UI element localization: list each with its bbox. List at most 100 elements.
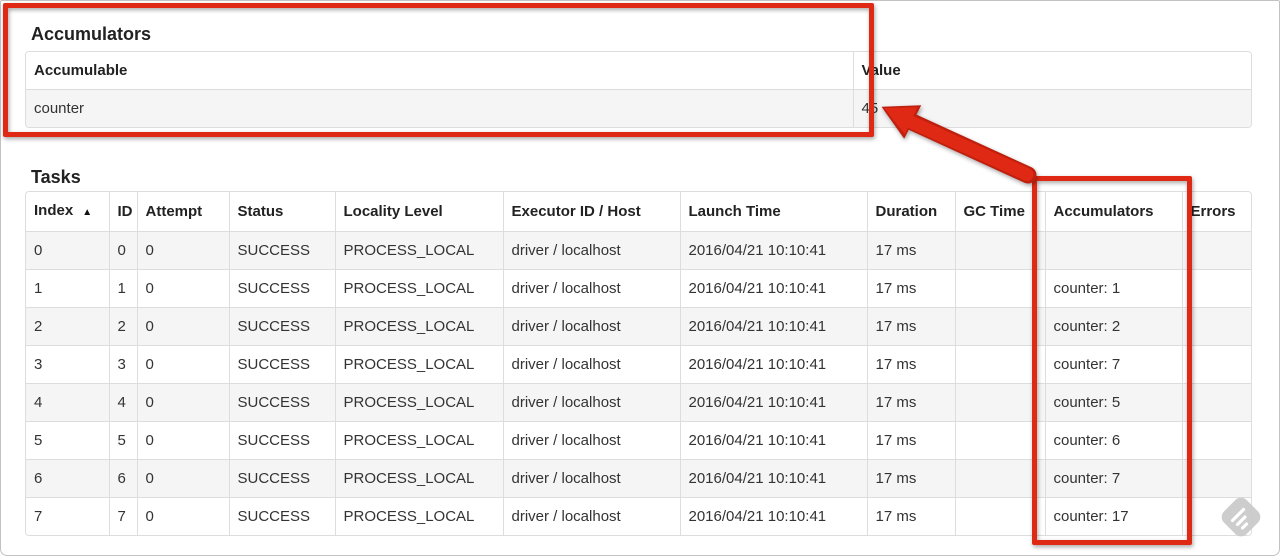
tasks-col-header-index[interactable]: Index ▲: [26, 192, 109, 232]
accumulator-row: counter 45: [26, 89, 1251, 127]
cell-attempt: 0: [136, 269, 229, 308]
cell-launch-time: 2016/04/21 10:10:41: [679, 383, 867, 422]
cell-status: SUCCESS: [228, 421, 335, 460]
tasks-col-header-executor-id-host[interactable]: Executor ID / Host: [502, 192, 680, 232]
cell-accumulators: counter: 2: [1044, 307, 1182, 346]
cell-duration: 17 ms: [866, 231, 955, 270]
task-row: 2 2 0 SUCCESS PROCESS_LOCAL driver / loc…: [26, 307, 1251, 346]
task-row: 4 4 0 SUCCESS PROCESS_LOCAL driver / loc…: [26, 383, 1251, 422]
cell-index: 4: [26, 383, 109, 422]
tasks-header-row: Index ▲ ID Attempt Status Locality Level …: [26, 192, 1251, 232]
sort-ascending-icon: ▲: [82, 207, 93, 218]
cell-launch-time: 2016/04/21 10:10:41: [679, 269, 867, 308]
cell-errors: [1181, 383, 1251, 422]
accumulators-header-row: Accumulable Value: [26, 52, 1251, 90]
cell-id: 6: [108, 459, 137, 498]
cell-locality-level: PROCESS_LOCAL: [334, 497, 503, 535]
cell-accumulators: counter: 7: [1044, 345, 1182, 384]
cell-launch-time: 2016/04/21 10:10:41: [679, 231, 867, 270]
cell-attempt: 0: [136, 345, 229, 384]
tasks-table: Index ▲ ID Attempt Status Locality Level …: [25, 191, 1252, 536]
cell-index: 0: [26, 231, 109, 270]
cell-index: 2: [26, 307, 109, 346]
cell-accumulable-name: counter: [26, 89, 853, 127]
accumulators-table: Accumulable Value counter 45: [25, 51, 1252, 128]
cell-index: 7: [26, 497, 109, 535]
cell-id: 7: [108, 497, 137, 535]
tasks-col-header-duration[interactable]: Duration: [866, 192, 955, 232]
cell-index: 5: [26, 421, 109, 460]
cell-gc-time: [954, 269, 1045, 308]
tasks-col-header-status[interactable]: Status: [228, 192, 335, 232]
cell-errors: [1181, 345, 1251, 384]
accumulators-col-header-value[interactable]: Value: [852, 52, 1251, 90]
cell-locality-level: PROCESS_LOCAL: [334, 269, 503, 308]
cell-duration: 17 ms: [866, 459, 955, 498]
task-row: 3 3 0 SUCCESS PROCESS_LOCAL driver / loc…: [26, 345, 1251, 384]
cell-attempt: 0: [136, 421, 229, 460]
cell-id: 3: [108, 345, 137, 384]
cell-locality-level: PROCESS_LOCAL: [334, 345, 503, 384]
cell-duration: 17 ms: [866, 345, 955, 384]
cell-status: SUCCESS: [228, 383, 335, 422]
cell-status: SUCCESS: [228, 231, 335, 270]
cell-id: 1: [108, 269, 137, 308]
cell-executor-id-host: driver / localhost: [502, 497, 680, 535]
spark-stage-page: Accumulators Accumulable Value counter 4…: [0, 0, 1280, 556]
cell-executor-id-host: driver / localhost: [502, 307, 680, 346]
cell-gc-time: [954, 307, 1045, 346]
cell-launch-time: 2016/04/21 10:10:41: [679, 345, 867, 384]
tasks-col-header-accumulators[interactable]: Accumulators: [1044, 192, 1182, 232]
cell-duration: 17 ms: [866, 269, 955, 308]
cell-errors: [1181, 421, 1251, 460]
cell-gc-time: [954, 231, 1045, 270]
cell-attempt: 0: [136, 459, 229, 498]
cell-executor-id-host: driver / localhost: [502, 421, 680, 460]
tasks-col-header-locality-level[interactable]: Locality Level: [334, 192, 503, 232]
cell-attempt: 0: [136, 307, 229, 346]
cell-locality-level: PROCESS_LOCAL: [334, 459, 503, 498]
cell-launch-time: 2016/04/21 10:10:41: [679, 497, 867, 535]
cell-id: 5: [108, 421, 137, 460]
cell-status: SUCCESS: [228, 307, 335, 346]
tasks-col-header-errors[interactable]: Errors: [1181, 192, 1251, 232]
accumulators-col-header-accumulable[interactable]: Accumulable: [26, 52, 853, 90]
cell-status: SUCCESS: [228, 497, 335, 535]
cell-gc-time: [954, 421, 1045, 460]
tasks-col-header-id[interactable]: ID: [108, 192, 137, 232]
cell-duration: 17 ms: [866, 497, 955, 535]
cell-gc-time: [954, 459, 1045, 498]
cell-status: SUCCESS: [228, 269, 335, 308]
cell-launch-time: 2016/04/21 10:10:41: [679, 459, 867, 498]
tasks-col-header-launch-time[interactable]: Launch Time: [679, 192, 867, 232]
cell-status: SUCCESS: [228, 459, 335, 498]
tasks-col-header-gc-time[interactable]: GC Time: [954, 192, 1045, 232]
cell-gc-time: [954, 497, 1045, 535]
cell-id: 2: [108, 307, 137, 346]
cell-errors: [1181, 307, 1251, 346]
cell-errors: [1181, 231, 1251, 270]
cell-index: 1: [26, 269, 109, 308]
cell-duration: 17 ms: [866, 307, 955, 346]
cell-accumulators: counter: 1: [1044, 269, 1182, 308]
cell-accumulators: counter: 17: [1044, 497, 1182, 535]
cell-launch-time: 2016/04/21 10:10:41: [679, 421, 867, 460]
cell-gc-time: [954, 383, 1045, 422]
cell-duration: 17 ms: [866, 421, 955, 460]
cell-id: 0: [108, 231, 137, 270]
cell-index: 3: [26, 345, 109, 384]
tasks-col-header-attempt[interactable]: Attempt: [136, 192, 229, 232]
task-row: 5 5 0 SUCCESS PROCESS_LOCAL driver / loc…: [26, 421, 1251, 460]
cell-id: 4: [108, 383, 137, 422]
cell-errors: [1181, 459, 1251, 498]
cell-locality-level: PROCESS_LOCAL: [334, 383, 503, 422]
cell-gc-time: [954, 345, 1045, 384]
cell-duration: 17 ms: [866, 383, 955, 422]
task-row: 0 0 0 SUCCESS PROCESS_LOCAL driver / loc…: [26, 231, 1251, 270]
cell-executor-id-host: driver / localhost: [502, 459, 680, 498]
cell-accumulators: counter: 6: [1044, 421, 1182, 460]
cell-index: 6: [26, 459, 109, 498]
cell-executor-id-host: driver / localhost: [502, 231, 680, 270]
tasks-col-header-index-label: Index: [34, 202, 74, 219]
tasks-section-title: Tasks: [31, 166, 81, 187]
